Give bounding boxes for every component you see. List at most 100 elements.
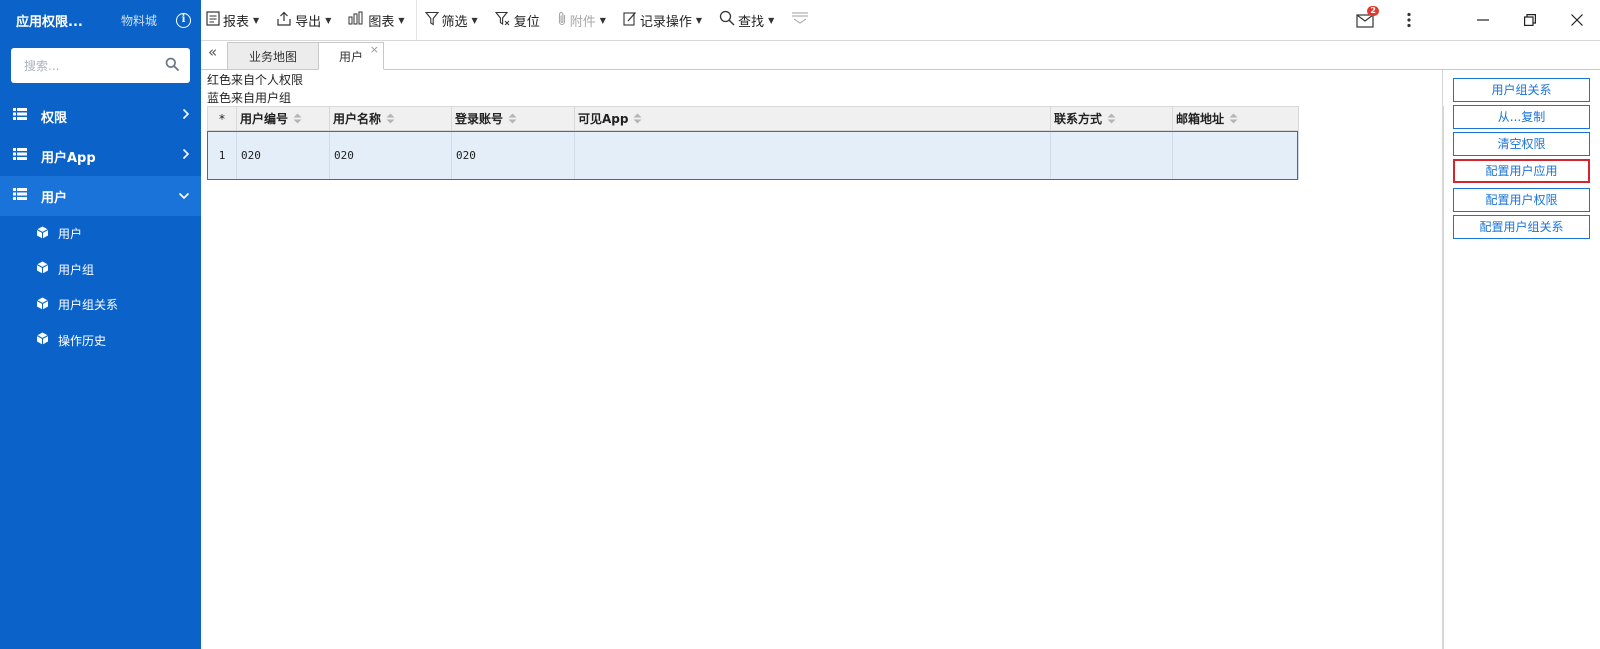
filter-button[interactable]: 筛选 ▼	[424, 11, 478, 30]
legend-personal-permission: 红色来自个人权限	[207, 73, 304, 87]
column-header-contact[interactable]: 联系方式	[1050, 106, 1173, 131]
notification-button[interactable]: 2	[1356, 6, 1379, 30]
sidebar-subitem-label: 用户组	[58, 262, 95, 277]
record-ops-button[interactable]: 记录操作 ▼	[623, 11, 702, 30]
find-button[interactable]: 查找 ▼	[719, 10, 774, 30]
column-header-label: 联系方式	[1054, 112, 1103, 126]
search-input[interactable]	[24, 58, 164, 73]
caret-down-icon: ▼	[325, 15, 332, 25]
tab-label: 业务地图	[248, 49, 297, 64]
table-row[interactable]: 1 020 020 020	[207, 130, 1299, 180]
caret-down-icon: ▼	[695, 15, 703, 25]
sidebar-subitem-user-group-relation[interactable]: 用户组关系	[0, 287, 201, 323]
sort-icon[interactable]	[508, 113, 517, 127]
report-icon	[206, 10, 220, 30]
cell-email[interactable]	[1172, 130, 1299, 180]
sidebar-item-users[interactable]: 用户	[0, 176, 201, 216]
sidebar-item-permissions[interactable]: 权限	[0, 96, 201, 136]
app-subtitle[interactable]: 物料城	[121, 12, 157, 29]
sort-icon[interactable]	[1107, 113, 1116, 127]
close-button[interactable]	[1553, 0, 1600, 40]
tab-label: 用户	[338, 49, 363, 64]
report-label: 报表	[223, 14, 250, 30]
sidebar-subitem-user[interactable]: 用户	[0, 216, 201, 252]
sort-icon[interactable]	[386, 113, 395, 127]
configure-user-apps-button[interactable]: 配置用户应用	[1453, 159, 1590, 183]
search-icon[interactable]	[165, 57, 179, 74]
chevron-right-icon	[182, 108, 190, 124]
clear-permissions-button[interactable]: 清空权限	[1453, 132, 1590, 156]
filter-icon	[424, 11, 439, 30]
sort-icon[interactable]	[633, 113, 642, 127]
column-header-label: 邮箱地址	[1176, 112, 1225, 126]
cell-user-name[interactable]: 020	[329, 130, 452, 180]
column-header-user-name[interactable]: 用户名称	[329, 106, 452, 131]
action-panel: 用户组关系 从...复制 清空权限 配置用户应用 配置用户权限 配置用户组关系	[1442, 70, 1600, 649]
sidebar-menu: 权限 用户App 用户 用户 用户组 用户组关系 操作历史	[0, 96, 201, 358]
column-header-login-account[interactable]: 登录账号	[451, 106, 575, 131]
export-label: 导出	[295, 14, 322, 30]
cube-icon	[36, 332, 49, 348]
toolbar: 报表 ▼ 导出 ▼ 图表 ▼ 筛选 ▼ 复位 附件 ▼ 记录操作 ▼ 查找 ▼ …	[201, 0, 1600, 41]
tab-users[interactable]: 用户 ×	[318, 42, 384, 70]
more-collapse-button[interactable]	[791, 11, 812, 29]
column-header-email[interactable]: 邮箱地址	[1172, 106, 1299, 131]
caret-down-icon: ▼	[768, 15, 775, 25]
sidebar-subitem-label: 用户	[58, 227, 83, 242]
sort-icon[interactable]	[293, 113, 302, 127]
chart-button[interactable]: 图表 ▼	[348, 11, 405, 30]
bar-chart-icon	[348, 11, 365, 29]
app-title[interactable]: 应用权限...	[16, 11, 83, 30]
configure-user-permissions-button[interactable]: 配置用户权限	[1453, 188, 1590, 212]
grid-panel: * 用户编号 用户名称 登录账号 可见App 联系方式 邮箱地址 1 020 0…	[207, 106, 1444, 649]
sidebar-subitem-user-group[interactable]: 用户组	[0, 252, 201, 288]
column-header-visible-app[interactable]: 可见App	[574, 106, 1051, 131]
toolbar-divider	[415, 0, 417, 40]
more-options-button[interactable]	[1399, 0, 1419, 40]
minimize-icon	[1476, 19, 1489, 21]
column-header-user-id[interactable]: 用户编号	[236, 106, 330, 131]
sidebar-subitem-history[interactable]: 操作历史	[0, 323, 201, 359]
search-icon	[719, 10, 735, 30]
filter-label: 筛选	[441, 14, 468, 30]
sidebar-item-user-app[interactable]: 用户App	[0, 136, 201, 176]
caret-down-icon: ▼	[253, 15, 260, 25]
attachment-button[interactable]: 附件 ▼	[557, 11, 606, 30]
more-vertical-icon	[1407, 12, 1411, 28]
cell-contact[interactable]	[1050, 130, 1173, 180]
restore-button[interactable]	[1506, 0, 1553, 40]
cell-visible-app[interactable]	[574, 130, 1051, 180]
report-button[interactable]: 报表 ▼	[206, 10, 260, 30]
collapse-sidebar-icon[interactable]: «	[208, 43, 217, 61]
cube-icon	[36, 226, 49, 242]
users-table: * 用户编号 用户名称 登录账号 可见App 联系方式 邮箱地址 1 020 0…	[207, 106, 1299, 180]
restore-icon	[1523, 14, 1536, 26]
sort-icon[interactable]	[1229, 113, 1238, 127]
main-content: 红色来自个人权限 蓝色来自用户组 * 用户编号 用户名称 登录账号 可见App …	[201, 70, 1600, 649]
cell-user-id[interactable]: 020	[236, 130, 330, 180]
table-header-row: * 用户编号 用户名称 登录账号 可见App 联系方式 邮箱地址	[207, 106, 1299, 131]
user-group-relation-button[interactable]: 用户组关系	[1453, 78, 1590, 102]
window-controls: 2	[1356, 0, 1600, 40]
collapse-menu-icon	[791, 11, 809, 29]
close-icon	[1570, 14, 1583, 26]
cell-login-account[interactable]: 020	[451, 130, 575, 180]
info-icon[interactable]: i	[176, 13, 191, 28]
copy-from-button[interactable]: 从...复制	[1453, 105, 1590, 129]
list-icon	[13, 188, 27, 204]
configure-user-group-relation-button[interactable]: 配置用户组关系	[1453, 215, 1590, 239]
minimize-button[interactable]	[1459, 0, 1506, 40]
export-button[interactable]: 导出 ▼	[276, 11, 331, 30]
record-ops-label: 记录操作	[639, 14, 692, 30]
sidebar-item-label: 权限	[41, 110, 68, 126]
sidebar-search	[11, 48, 190, 83]
tab-close-icon[interactable]: ×	[370, 43, 379, 56]
sidebar: 应用权限... 物料城 i 权限	[0, 0, 201, 649]
chart-label: 图表	[368, 14, 395, 30]
caret-down-icon: ▼	[599, 15, 606, 25]
reset-filter-button[interactable]: 复位	[494, 11, 540, 30]
cube-icon	[36, 261, 49, 277]
row-marker-header: *	[207, 106, 237, 131]
tab-business-map[interactable]: 业务地图	[227, 42, 319, 70]
chevron-right-icon	[182, 148, 190, 164]
